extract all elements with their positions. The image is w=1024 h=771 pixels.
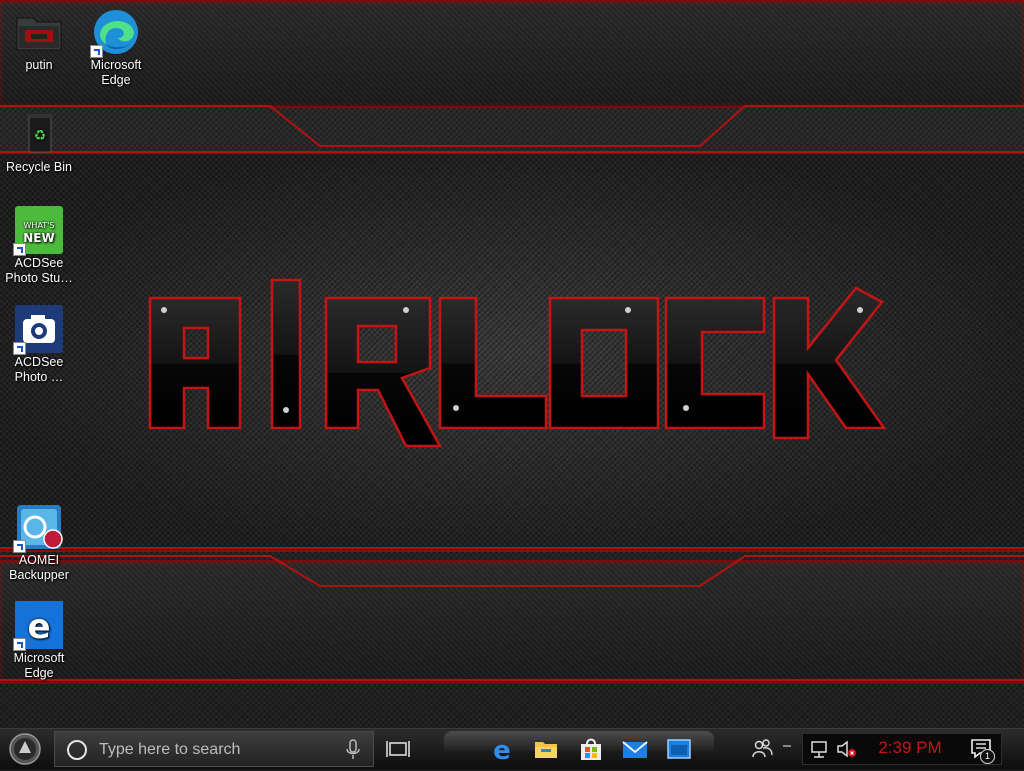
desktop-icon-aomei[interactable]: AOMEI Backupper xyxy=(1,503,77,583)
file-explorer-icon[interactable] xyxy=(532,735,560,763)
mail-icon[interactable] xyxy=(621,735,649,763)
notification-count-badge: 1 xyxy=(980,749,995,764)
recycle-bin-icon: ♻ xyxy=(15,110,63,158)
desktop-icon-label: Recycle Bin xyxy=(6,160,72,174)
svg-text:e: e xyxy=(27,607,50,647)
desktop-wallpaper xyxy=(0,0,1024,728)
desktop-icon-label: Microsoft Edge xyxy=(13,651,65,680)
desktop-icon-edge-top[interactable]: Microsoft Edge xyxy=(78,8,154,88)
desktop-icon-label: putin xyxy=(25,58,53,72)
start-button[interactable] xyxy=(6,732,44,766)
edge-legacy-icon: e xyxy=(13,601,63,651)
desktop-icon-edge-bottom[interactable]: e Microsoft Edge xyxy=(1,601,77,681)
people-icon[interactable] xyxy=(748,735,776,763)
window-icon[interactable] xyxy=(665,735,693,763)
cortana-circle-icon xyxy=(67,740,87,760)
svg-text:e: e xyxy=(493,736,511,763)
taskbar-clock[interactable]: 2:39 PM xyxy=(870,738,950,758)
taskbar: e 2:39 P xyxy=(0,728,1024,769)
shortcut-arrow-icon xyxy=(13,540,26,553)
edge-icon xyxy=(90,8,140,58)
camera-icon xyxy=(13,305,63,355)
desktop-icon-label: AOMEI Backupper xyxy=(9,553,69,582)
desktop-icon-label: Microsoft Edge xyxy=(90,58,142,87)
task-view-icon[interactable] xyxy=(384,735,412,763)
desktop-icon-label: ACDSee Photo Stu… xyxy=(5,256,73,285)
shortcut-arrow-icon xyxy=(13,342,26,355)
microphone-icon[interactable] xyxy=(345,739,361,761)
acdsee-whats-new-icon: WHAT'S NEW xyxy=(13,206,63,256)
backup-icon xyxy=(13,503,63,553)
folder-icon xyxy=(15,8,63,56)
desktop-icon-putin[interactable]: putin xyxy=(1,8,77,73)
edge-taskbar-icon[interactable]: e xyxy=(488,735,516,763)
volume-muted-icon[interactable] xyxy=(835,737,859,761)
airlock-logo xyxy=(140,278,892,450)
shortcut-arrow-icon xyxy=(13,243,26,256)
desktop-icon-acdsee-studio[interactable]: WHAT'S NEW ACDSee Photo Stu… xyxy=(1,206,77,286)
desktop-icon-label: ACDSee Photo … xyxy=(14,355,64,384)
desktop-icon-acdsee-photo[interactable]: ACDSee Photo … xyxy=(1,305,77,385)
shortcut-arrow-icon xyxy=(90,45,103,58)
network-icon[interactable] xyxy=(809,737,833,761)
store-icon[interactable] xyxy=(577,735,605,763)
shortcut-arrow-icon xyxy=(13,638,26,651)
svg-text:NEW: NEW xyxy=(23,231,54,245)
search-input[interactable] xyxy=(97,738,341,762)
desktop-icon-recycle-bin[interactable]: ♻ Recycle Bin xyxy=(1,110,77,175)
svg-text:♻: ♻ xyxy=(34,128,47,144)
chevron-up-icon[interactable] xyxy=(782,741,792,751)
action-center-button[interactable]: 1 xyxy=(968,735,996,764)
svg-text:WHAT'S: WHAT'S xyxy=(24,221,55,230)
taskbar-search-box[interactable] xyxy=(54,731,374,767)
start-orb-icon xyxy=(9,733,41,765)
